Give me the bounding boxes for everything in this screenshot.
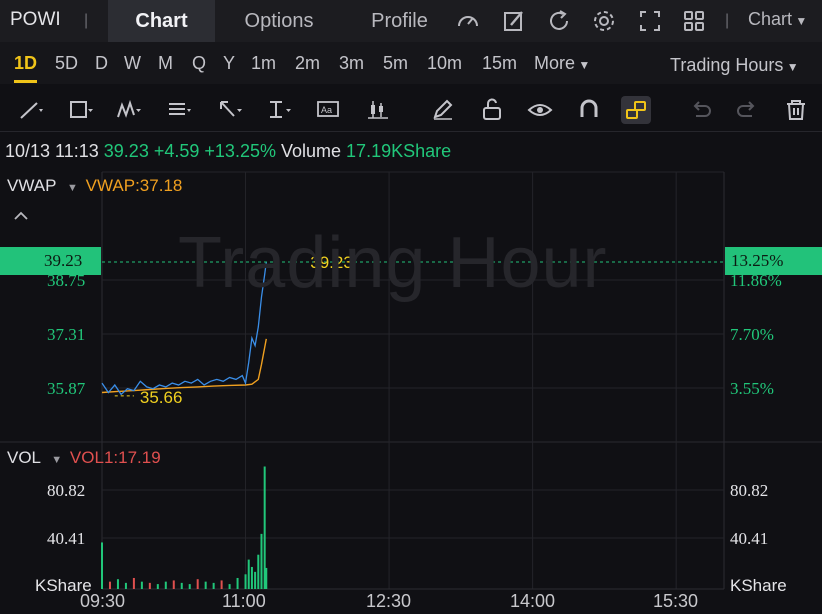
last-pct-tag: 13.25% (725, 247, 822, 275)
price-tick-left-2: 37.31 (47, 325, 86, 344)
vwap-indicator-name: VWAP (7, 176, 57, 195)
vol-indicator-header[interactable]: VOL ▼ VOL1:17.19 (7, 448, 161, 468)
vwap-indicator-header[interactable]: VWAP ▼ VWAP:37.18 (7, 176, 182, 196)
vwap-indicator-value: VWAP:37.18 (85, 176, 183, 195)
volume-bar (250, 566, 253, 589)
volume-bar (156, 584, 159, 589)
volume-bar (148, 582, 151, 589)
vol-tick-left-1: 80.82 (47, 481, 86, 500)
time-tick-0930: 09:30 (80, 591, 126, 611)
volume-bar (196, 579, 199, 589)
volume-bar (212, 582, 215, 589)
time-tick-1100: 11:00 (222, 591, 266, 611)
time-tick-1400: 14:00 (510, 591, 556, 611)
volume-bar (254, 571, 257, 589)
chevron-down-icon: ▼ (60, 182, 81, 194)
volume-bar (265, 567, 268, 589)
volume-bar (188, 584, 191, 589)
volume-bar (101, 542, 103, 589)
volume-bar (124, 582, 127, 589)
vol-indicator-value: VOL1:17.19 (69, 448, 161, 467)
volume-bar (220, 580, 223, 589)
vwap-line (101, 338, 267, 394)
watermark: Trading Hour (178, 223, 608, 303)
chevron-down-icon: ▼ (45, 454, 66, 466)
volume-bar (180, 582, 183, 589)
vol-tick-right-1: 80.82 (730, 481, 769, 500)
volume-bar (247, 559, 250, 589)
volume-bar (164, 581, 167, 589)
last-price-tag: 39.23 (0, 247, 101, 275)
vol-tick-right-2: 40.41 (730, 529, 769, 548)
vol-tick-left-2: 40.41 (47, 529, 86, 548)
vol-unit-right: KShare (730, 576, 787, 595)
volume-bar (236, 577, 239, 589)
time-tick-1530: 15:30 (653, 591, 699, 611)
volume-bar (116, 579, 119, 589)
volume-bars (101, 466, 268, 589)
volume-bar (257, 554, 260, 589)
volume-bar (228, 584, 231, 589)
price-tick-left-3: 35.87 (47, 379, 86, 398)
low-price-label: 35.66 (140, 388, 183, 407)
volume-bar (244, 574, 247, 589)
volume-bar (140, 581, 143, 589)
pct-tick-right-3: 3.55% (730, 379, 774, 398)
volume-bar (260, 533, 263, 589)
volume-bar (172, 580, 175, 589)
volume-bar (204, 581, 207, 589)
pct-tick-right-2: 7.70% (730, 325, 774, 344)
vwap-series (101, 338, 267, 394)
volume-bar (132, 577, 135, 589)
vol-indicator-name: VOL (7, 448, 41, 467)
collapse-chevron-up-icon[interactable] (13, 210, 29, 222)
volume-bar (108, 581, 111, 589)
time-tick-1230: 12:30 (366, 591, 412, 611)
chart-canvas[interactable]: 39.23 35.66 (0, 0, 822, 614)
